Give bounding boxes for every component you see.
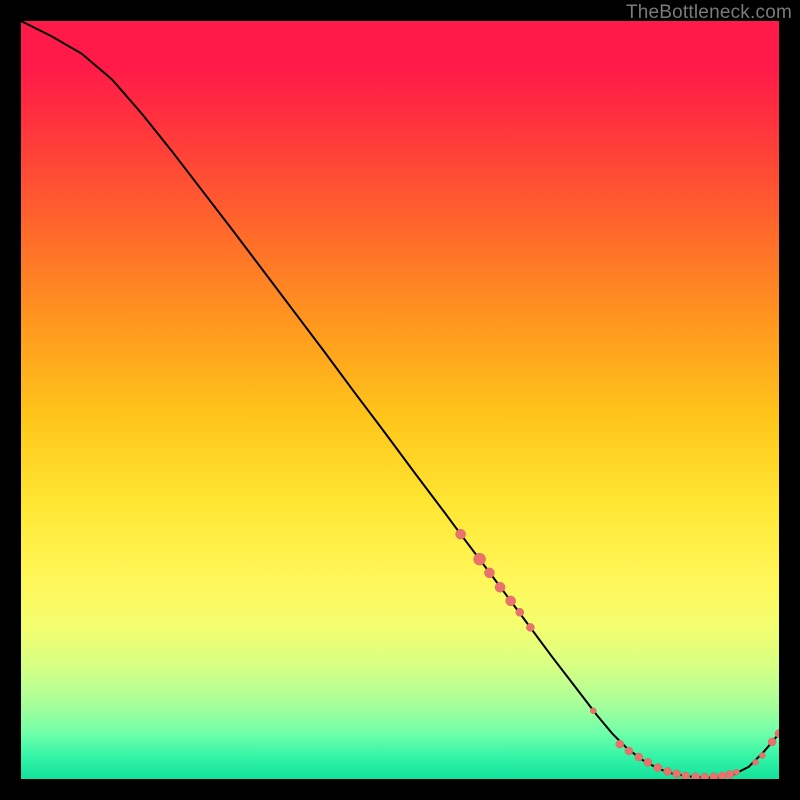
data-point-dot bbox=[759, 753, 765, 759]
plot-area bbox=[21, 21, 779, 779]
data-point-dot bbox=[506, 596, 516, 606]
data-point-dot bbox=[654, 764, 662, 772]
bottleneck-curve bbox=[21, 21, 779, 777]
data-point-dot bbox=[664, 767, 672, 775]
chart-frame: TheBottleneck.com bbox=[0, 0, 800, 800]
data-point-dot bbox=[718, 772, 726, 779]
curve-layer bbox=[21, 21, 779, 779]
data-point-dot bbox=[484, 568, 494, 578]
data-point-dot bbox=[616, 740, 624, 748]
data-point-dot bbox=[495, 582, 505, 592]
data-point-dot bbox=[768, 738, 776, 746]
data-point-dot bbox=[456, 529, 466, 539]
data-point-dot bbox=[682, 772, 690, 779]
data-point-dot bbox=[474, 553, 486, 565]
data-point-dot bbox=[753, 759, 759, 765]
data-point-dot bbox=[526, 623, 534, 631]
data-point-dot bbox=[644, 758, 652, 766]
data-point-dot bbox=[710, 773, 718, 779]
data-point-dot bbox=[673, 770, 681, 778]
data-point-dot bbox=[635, 753, 643, 761]
data-point-dot bbox=[625, 747, 633, 755]
data-point-dot bbox=[516, 608, 524, 616]
data-point-dot bbox=[734, 769, 740, 775]
data-point-dot bbox=[590, 708, 596, 714]
data-point-dot bbox=[726, 770, 734, 778]
data-point-dot bbox=[692, 773, 700, 779]
data-point-dot bbox=[701, 773, 709, 779]
